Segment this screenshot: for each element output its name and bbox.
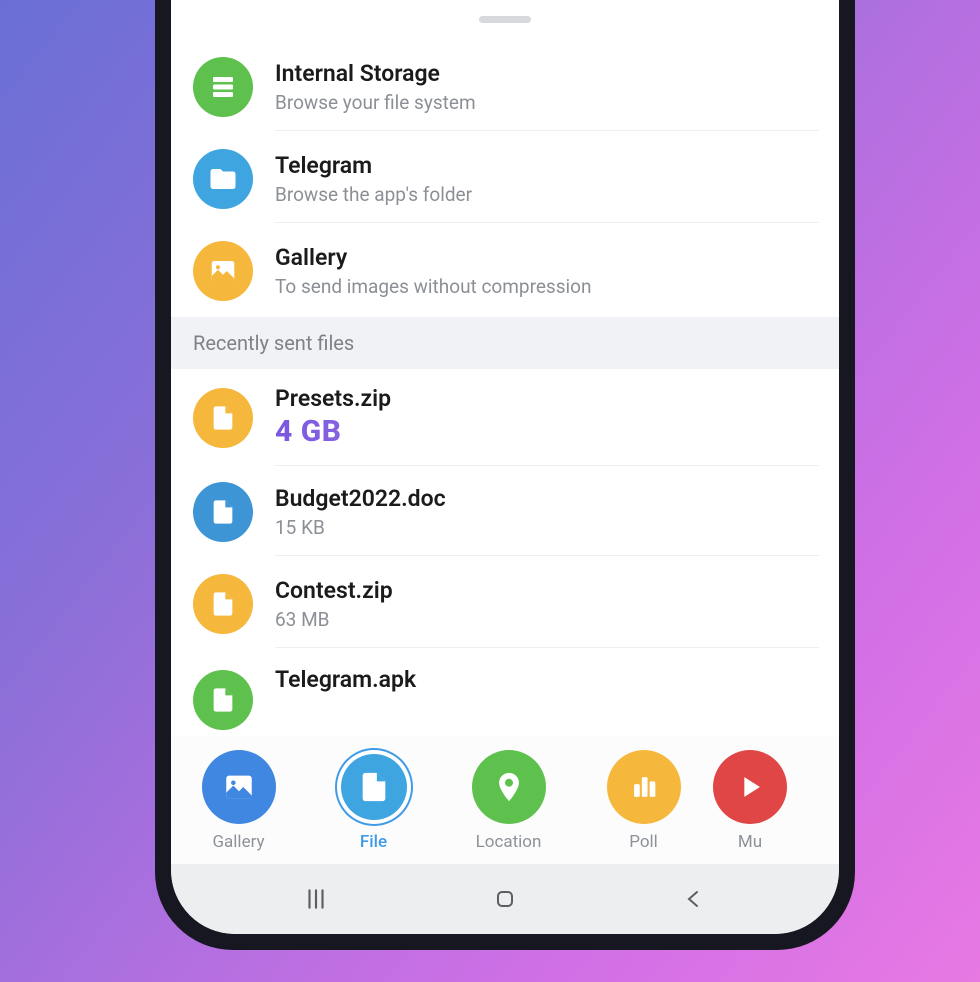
file-text: Telegram.apk	[275, 666, 819, 709]
android-nav-bar	[171, 864, 839, 934]
tab-label: Mu	[738, 832, 762, 852]
tab-music[interactable]: Mu	[705, 750, 795, 852]
folder-icon	[193, 149, 253, 209]
source-telegram-folder[interactable]: Telegram Browse the app's folder	[171, 133, 839, 225]
tab-file[interactable]: File	[306, 750, 441, 852]
recent-file-row[interactable]: Telegram.apk	[171, 650, 839, 693]
source-text: Gallery To send images without compressi…	[275, 244, 819, 314]
file-title: Budget2022.doc	[275, 485, 819, 512]
pin-icon	[472, 750, 546, 824]
source-gallery[interactable]: Gallery To send images without compressi…	[171, 225, 839, 317]
source-text: Telegram Browse the app's folder	[275, 152, 819, 223]
tab-label: Gallery	[212, 832, 264, 852]
source-subtitle: To send images without compression	[275, 275, 819, 298]
home-button[interactable]	[490, 884, 520, 914]
source-subtitle: Browse your file system	[275, 91, 819, 114]
file-icon	[193, 670, 253, 730]
file-icon	[193, 388, 253, 448]
attachment-tabs: Gallery File Location	[171, 736, 839, 864]
image-icon	[193, 241, 253, 301]
image-icon	[202, 750, 276, 824]
background: Internal Storage Browse your file system…	[0, 0, 980, 982]
file-icon	[193, 482, 253, 542]
tab-location[interactable]: Location	[441, 750, 576, 852]
file-text: Presets.zip 4 GB	[275, 385, 819, 466]
recent-header: Recently sent files	[171, 317, 839, 369]
poll-icon	[607, 750, 681, 824]
attachment-sheet: Internal Storage Browse your file system…	[171, 41, 839, 736]
tab-poll[interactable]: Poll	[576, 750, 711, 852]
file-text: Contest.zip 63 MB	[275, 577, 819, 648]
tab-label: Poll	[629, 832, 658, 852]
file-title: Contest.zip	[275, 577, 819, 604]
recents-button[interactable]	[301, 884, 331, 914]
recent-file-row[interactable]: Presets.zip 4 GB	[171, 369, 839, 466]
source-title: Gallery	[275, 244, 819, 271]
source-internal-storage[interactable]: Internal Storage Browse your file system	[171, 41, 839, 133]
sheet-drag-handle[interactable]	[479, 16, 531, 23]
tab-label: File	[360, 832, 387, 852]
file-size: 15 KB	[275, 516, 819, 539]
file-size-highlight: 4 GB	[275, 414, 819, 449]
file-title: Presets.zip	[275, 385, 819, 412]
source-title: Internal Storage	[275, 60, 819, 87]
recent-file-row[interactable]: Contest.zip 63 MB	[171, 558, 839, 650]
storage-icon	[193, 57, 253, 117]
file-text: Budget2022.doc 15 KB	[275, 485, 819, 556]
tab-gallery[interactable]: Gallery	[171, 750, 306, 852]
source-title: Telegram	[275, 152, 819, 179]
screen: Internal Storage Browse your file system…	[171, 0, 839, 934]
file-icon	[337, 750, 411, 824]
file-title: Telegram.apk	[275, 666, 819, 693]
phone-frame: Internal Storage Browse your file system…	[155, 0, 855, 950]
file-icon	[193, 574, 253, 634]
play-icon	[713, 750, 787, 824]
tab-label: Location	[476, 832, 542, 852]
source-text: Internal Storage Browse your file system	[275, 60, 819, 131]
back-button[interactable]	[679, 884, 709, 914]
source-subtitle: Browse the app's folder	[275, 183, 819, 206]
recent-file-row[interactable]: Budget2022.doc 15 KB	[171, 466, 839, 558]
file-size: 63 MB	[275, 608, 819, 631]
